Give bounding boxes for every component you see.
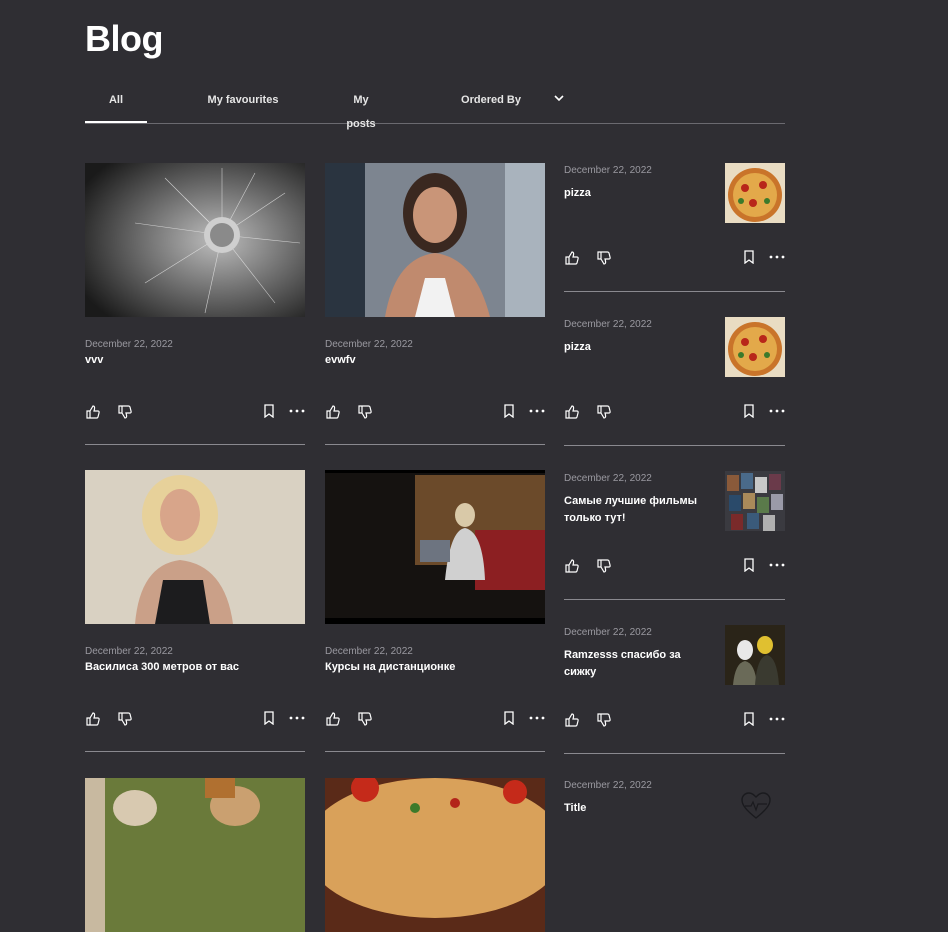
- more-options-icon[interactable]: [769, 404, 785, 418]
- bookmark-icon[interactable]: [743, 712, 755, 726]
- thumbs-down-icon[interactable]: [596, 712, 612, 728]
- more-options-icon[interactable]: [769, 558, 785, 572]
- post-title[interactable]: evwfv: [325, 354, 545, 366]
- post-date: December 22, 2022: [564, 165, 652, 176]
- divider: [564, 753, 785, 754]
- more-options-icon[interactable]: [289, 404, 305, 418]
- post-date: December 22, 2022: [325, 646, 413, 657]
- thumbs-up-icon[interactable]: [325, 711, 341, 727]
- thumbs-down-icon[interactable]: [596, 250, 612, 266]
- post-date: December 22, 2022: [564, 780, 652, 791]
- more-options-icon[interactable]: [769, 250, 785, 264]
- post-date: December 22, 2022: [325, 339, 413, 350]
- divider: [85, 444, 305, 445]
- people-photo: [85, 778, 305, 932]
- divider: [325, 444, 545, 445]
- post-actions: [325, 404, 545, 420]
- thumbs-up-icon[interactable]: [325, 404, 341, 420]
- side-post[interactable]: December 22, 2022 pizza: [564, 163, 785, 317]
- post-actions: [564, 404, 785, 420]
- divider: [564, 599, 785, 600]
- blonde-woman-photo: [85, 470, 305, 624]
- page-title: Blog: [85, 18, 163, 59]
- post-actions: [85, 404, 305, 420]
- side-post[interactable]: December 22, 2022 pizza: [564, 317, 785, 471]
- divider: [564, 291, 785, 292]
- bookmark-icon[interactable]: [503, 711, 515, 725]
- post-actions: [564, 558, 785, 574]
- post-actions: [564, 250, 785, 266]
- post-date: December 22, 2022: [85, 339, 173, 350]
- pizza-thumb: [725, 317, 785, 377]
- more-options-icon[interactable]: [289, 711, 305, 725]
- post-actions: [564, 712, 785, 728]
- thumbs-up-icon[interactable]: [85, 711, 101, 727]
- thumbs-down-icon[interactable]: [596, 404, 612, 420]
- dandelion-photo: [85, 163, 305, 317]
- bookmark-icon[interactable]: [743, 404, 755, 418]
- post-title[interactable]: Курсы на дистанционке: [325, 661, 545, 673]
- thumbs-up-icon[interactable]: [564, 712, 580, 728]
- thumbs-up-icon[interactable]: [85, 404, 101, 420]
- post-date: December 22, 2022: [85, 646, 173, 657]
- thumbs-down-icon[interactable]: [117, 711, 133, 727]
- bookmark-icon[interactable]: [263, 404, 275, 418]
- heart-placeholder-icon: [741, 792, 771, 819]
- tab-all[interactable]: All: [85, 88, 147, 123]
- ordered-by-dropdown[interactable]: Ordered By: [461, 88, 521, 122]
- divider: [85, 751, 305, 752]
- thumbs-up-icon[interactable]: [564, 404, 580, 420]
- post-card[interactable]: December 22, 2022 Василиса 300 метров от…: [85, 470, 305, 752]
- thumbs-down-icon[interactable]: [596, 558, 612, 574]
- post-card[interactable]: [325, 778, 545, 932]
- post-date: December 22, 2022: [564, 473, 652, 484]
- bookmark-icon[interactable]: [263, 711, 275, 725]
- post-card[interactable]: December 22, 2022 vvv: [85, 163, 305, 445]
- pizza-photo: [325, 778, 545, 932]
- tab-my-posts[interactable]: My posts: [338, 88, 384, 130]
- more-options-icon[interactable]: [529, 711, 545, 725]
- divider: [564, 445, 785, 446]
- side-post[interactable]: December 22, 2022 Ramzesss спасибо за си…: [564, 625, 785, 779]
- tab-my-favourites[interactable]: My favourites: [197, 88, 289, 122]
- bookmark-icon[interactable]: [743, 558, 755, 572]
- post-title[interactable]: Самые лучшие фильмы только тут!: [564, 493, 709, 527]
- post-card[interactable]: [85, 778, 305, 932]
- woman-portrait-photo: [325, 163, 545, 317]
- pizza-thumb: [725, 163, 785, 223]
- post-card[interactable]: December 22, 2022 evwfv: [325, 163, 545, 445]
- thumbs-down-icon[interactable]: [357, 711, 373, 727]
- post-date: December 22, 2022: [564, 627, 652, 638]
- thumbs-down-icon[interactable]: [357, 404, 373, 420]
- post-title[interactable]: pizza: [564, 339, 709, 356]
- more-options-icon[interactable]: [769, 712, 785, 726]
- chevron-down-icon[interactable]: [553, 92, 565, 104]
- more-options-icon[interactable]: [529, 404, 545, 418]
- tab-bar: All My favourites My posts Ordered By: [85, 88, 785, 130]
- bookmark-icon[interactable]: [503, 404, 515, 418]
- thumbs-up-icon[interactable]: [564, 250, 580, 266]
- movies-thumb: [725, 471, 785, 531]
- side-post[interactable]: December 22, 2022 Самые лучшие фильмы то…: [564, 471, 785, 625]
- people-thumb: [725, 625, 785, 685]
- post-title[interactable]: vvv: [85, 354, 305, 366]
- post-title[interactable]: Василиса 300 метров от вас: [85, 661, 305, 673]
- post-actions: [85, 711, 305, 727]
- post-actions: [325, 711, 545, 727]
- post-date: December 22, 2022: [564, 319, 652, 330]
- thumbs-up-icon[interactable]: [564, 558, 580, 574]
- post-card[interactable]: December 22, 2022 Курсы на дистанционке: [325, 470, 545, 752]
- divider: [325, 751, 545, 752]
- post-title[interactable]: Title: [564, 800, 709, 817]
- bookmark-icon[interactable]: [743, 250, 755, 264]
- post-title[interactable]: pizza: [564, 185, 709, 202]
- side-post[interactable]: December 22, 2022 Title: [564, 778, 785, 825]
- post-title[interactable]: Ramzesss спасибо за сижку: [564, 647, 709, 681]
- thumbs-down-icon[interactable]: [117, 404, 133, 420]
- man-laptop-photo: [325, 470, 545, 624]
